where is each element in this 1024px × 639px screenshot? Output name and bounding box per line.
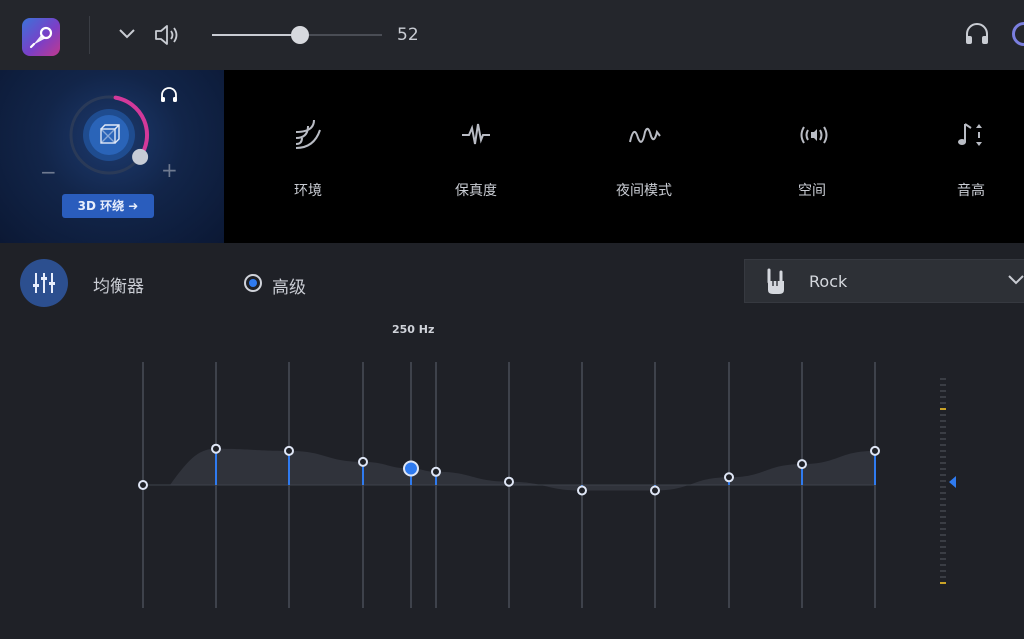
eq-band-handle[interactable] bbox=[870, 445, 880, 456]
effect-space[interactable]: 空间 bbox=[752, 70, 872, 243]
advanced-label[interactable]: 高级 bbox=[272, 273, 306, 298]
effect-fidelity[interactable]: 保真度 bbox=[416, 70, 536, 243]
eq-band-handle[interactable] bbox=[431, 466, 441, 477]
eq-band-handle[interactable] bbox=[797, 459, 807, 470]
level-meter-tick bbox=[940, 456, 946, 458]
level-meter-tick bbox=[940, 498, 946, 500]
eq-band-handle[interactable] bbox=[211, 443, 221, 454]
surround-panel: − + 3D 环绕 ➜ bbox=[0, 70, 224, 243]
advanced-radio[interactable] bbox=[244, 274, 262, 292]
chevron-down-icon bbox=[1008, 275, 1024, 285]
level-meter-tick bbox=[940, 408, 946, 410]
app-logo-icon[interactable] bbox=[22, 18, 60, 56]
fidelity-waveform-icon bbox=[462, 123, 490, 145]
level-meter-tick bbox=[940, 474, 946, 476]
level-meter-tick bbox=[940, 546, 946, 548]
level-meter-pointer[interactable] bbox=[949, 476, 956, 488]
eq-band-handle[interactable] bbox=[358, 456, 368, 467]
volume-slider-fill bbox=[212, 34, 301, 36]
level-meter-tick bbox=[940, 444, 946, 446]
effect-label: 环境 bbox=[294, 183, 322, 199]
level-meter-tick bbox=[940, 534, 946, 536]
level-meter-tick bbox=[940, 570, 946, 572]
preset-name: Rock bbox=[809, 272, 848, 291]
level-meter-tick bbox=[940, 540, 946, 542]
level-meter-tick bbox=[940, 564, 946, 566]
level-meter-tick bbox=[940, 486, 946, 488]
level-meter-tick bbox=[940, 468, 946, 470]
level-meter-tick bbox=[940, 402, 946, 404]
surround-decrease[interactable]: − bbox=[40, 160, 57, 184]
ambience-waves-icon bbox=[295, 120, 321, 149]
eq-band-handle[interactable] bbox=[403, 460, 419, 477]
level-meter-tick bbox=[940, 414, 946, 416]
level-meter-tick bbox=[940, 426, 946, 428]
eq-band-handle[interactable] bbox=[650, 485, 660, 496]
profile-ring-icon[interactable] bbox=[1012, 22, 1024, 46]
equalizer-sliders-icon bbox=[33, 273, 55, 293]
headphones-icon[interactable] bbox=[964, 22, 990, 46]
level-meter-tick bbox=[940, 378, 946, 380]
equalizer-toggle[interactable] bbox=[20, 259, 68, 307]
effect-ambience[interactable]: 环境 bbox=[248, 70, 368, 243]
level-meter-tick bbox=[940, 522, 946, 524]
eq-band-handle[interactable] bbox=[284, 445, 294, 456]
equalizer-area: 250 Hz bbox=[0, 318, 1024, 639]
level-meter-tick bbox=[940, 510, 946, 512]
level-meter-tick bbox=[940, 516, 946, 518]
surround-increase[interactable]: + bbox=[161, 158, 178, 182]
level-meter-tick bbox=[940, 450, 946, 452]
level-meter-tick bbox=[940, 480, 946, 482]
eq-band-handle[interactable] bbox=[504, 476, 514, 487]
level-meter-tick bbox=[940, 462, 946, 464]
effect-label: 音高 bbox=[957, 183, 985, 199]
level-meter-tick bbox=[940, 432, 946, 434]
level-meter-tick bbox=[940, 438, 946, 440]
effect-label: 保真度 bbox=[455, 183, 497, 199]
level-meter-tick bbox=[940, 528, 946, 530]
level-meter-tick bbox=[940, 390, 946, 392]
effect-label: 空间 bbox=[798, 183, 826, 199]
volume-slider[interactable] bbox=[212, 26, 382, 44]
effect-pitch[interactable]: 音高 bbox=[911, 70, 1024, 243]
level-meter-tick bbox=[940, 420, 946, 422]
eq-band-handle[interactable] bbox=[138, 480, 148, 490]
speaker-volume-icon[interactable] bbox=[153, 23, 183, 47]
level-meter-tick bbox=[940, 384, 946, 386]
pitch-note-icon bbox=[958, 123, 982, 146]
night-mode-wave-icon bbox=[629, 127, 661, 143]
level-meter-tick bbox=[940, 396, 946, 398]
eq-band-handle[interactable] bbox=[724, 472, 734, 483]
level-meter-tick bbox=[940, 492, 946, 494]
eq-band-handle[interactable] bbox=[577, 485, 587, 496]
top-divider bbox=[89, 16, 90, 54]
level-meter-tick bbox=[940, 576, 946, 578]
top-bar: 52 bbox=[0, 0, 1024, 70]
effect-label: 夜间模式 bbox=[616, 183, 672, 199]
surround-3d-button[interactable]: 3D 环绕 ➜ bbox=[62, 194, 154, 218]
level-meter-tick bbox=[940, 552, 946, 554]
headphones-icon bbox=[161, 87, 177, 102]
rock-hand-icon bbox=[767, 268, 784, 294]
chevron-down-icon[interactable] bbox=[118, 27, 136, 41]
level-meter-tick bbox=[940, 558, 946, 560]
equalizer-graph[interactable] bbox=[0, 318, 1024, 639]
level-meter-tick bbox=[940, 582, 946, 584]
space-speaker-icon bbox=[800, 126, 828, 144]
equalizer-label: 均衡器 bbox=[93, 277, 144, 297]
effects-band: − + 3D 环绕 ➜ 环境 保真度 夜间模式 空间 音高 bbox=[0, 70, 1024, 243]
level-meter-tick bbox=[940, 504, 946, 506]
surround-dial[interactable] bbox=[66, 92, 152, 178]
effect-night-mode[interactable]: 夜间模式 bbox=[584, 70, 704, 243]
volume-slider-thumb[interactable] bbox=[291, 26, 310, 44]
volume-value: 52 bbox=[397, 25, 419, 45]
preset-dropdown[interactable]: Rock bbox=[744, 259, 1024, 303]
